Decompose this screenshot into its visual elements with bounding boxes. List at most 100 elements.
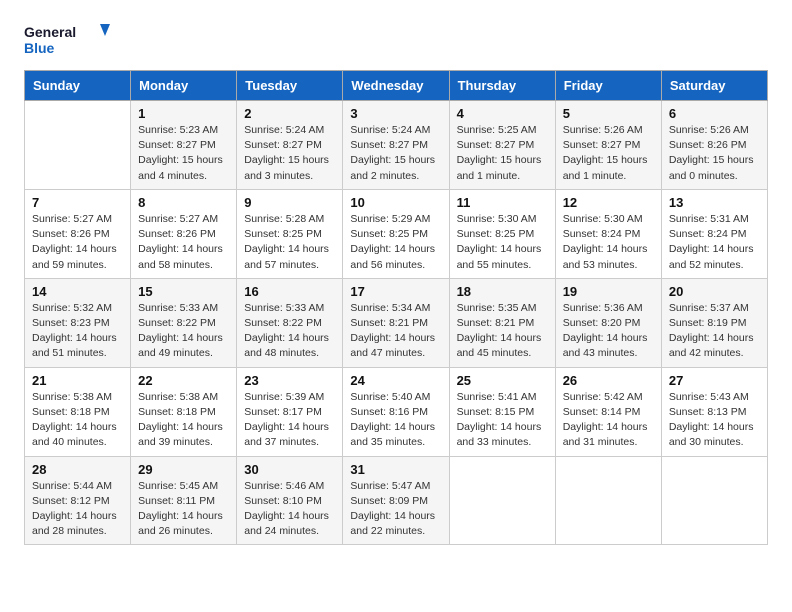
day-number: 20 bbox=[669, 284, 760, 299]
header: General Blue bbox=[24, 20, 768, 60]
calendar-cell: 15 Sunrise: 5:33 AMSunset: 8:22 PMDayligh… bbox=[131, 278, 237, 367]
day-number: 3 bbox=[350, 106, 441, 121]
calendar-cell: 30 Sunrise: 5:46 AMSunset: 8:10 PMDayligh… bbox=[237, 456, 343, 545]
calendar-cell: 13 Sunrise: 5:31 AMSunset: 8:24 PMDayligh… bbox=[661, 189, 767, 278]
day-number: 16 bbox=[244, 284, 335, 299]
calendar-cell: 3 Sunrise: 5:24 AMSunset: 8:27 PMDaylight… bbox=[343, 101, 449, 190]
cell-text: Sunrise: 5:45 AMSunset: 8:11 PMDaylight:… bbox=[138, 479, 229, 540]
calendar-cell bbox=[25, 101, 131, 190]
calendar-cell: 2Sunrise: 5:24 AMSunset: 8:27 PMDaylight… bbox=[237, 101, 343, 190]
calendar-cell: 4Sunrise: 5:25 AMSunset: 8:27 PMDaylight… bbox=[449, 101, 555, 190]
calendar-cell: 5 Sunrise: 5:26 AMSunset: 8:27 PMDaylight… bbox=[555, 101, 661, 190]
cell-text: Sunrise: 5:46 AMSunset: 8:10 PMDaylight:… bbox=[244, 479, 335, 540]
day-number: 23 bbox=[244, 373, 335, 388]
day-number: 31 bbox=[350, 462, 441, 477]
calendar-cell: 11 Sunrise: 5:30 AMSunset: 8:25 PMDayligh… bbox=[449, 189, 555, 278]
calendar-cell: 14Sunrise: 5:32 AMSunset: 8:23 PMDayligh… bbox=[25, 278, 131, 367]
cell-text: Sunrise: 5:40 AMSunset: 8:16 PMDaylight:… bbox=[350, 390, 441, 451]
day-number: 30 bbox=[244, 462, 335, 477]
cell-text: Sunrise: 5:24 AMSunset: 8:27 PMDaylight:… bbox=[350, 123, 441, 184]
calendar-cell: 16 Sunrise: 5:33 AMSunset: 8:22 PMDayligh… bbox=[237, 278, 343, 367]
cell-text: Sunrise: 5:33 AMSunset: 8:22 PMDaylight:… bbox=[138, 301, 229, 362]
calendar-cell: 7 Sunrise: 5:27 AMSunset: 8:26 PMDaylight… bbox=[25, 189, 131, 278]
cell-text: Sunrise: 5:25 AMSunset: 8:27 PMDaylight:… bbox=[457, 123, 548, 184]
day-number: 19 bbox=[563, 284, 654, 299]
day-header-thursday: Thursday bbox=[449, 71, 555, 101]
day-number: 22 bbox=[138, 373, 229, 388]
day-number: 13 bbox=[669, 195, 760, 210]
week-row-2: 14Sunrise: 5:32 AMSunset: 8:23 PMDayligh… bbox=[25, 278, 768, 367]
calendar-cell: 28 Sunrise: 5:44 AMSunset: 8:12 PMDayligh… bbox=[25, 456, 131, 545]
day-number: 21 bbox=[32, 373, 123, 388]
calendar-cell: 23 Sunrise: 5:39 AMSunset: 8:17 PMDayligh… bbox=[237, 367, 343, 456]
calendar-cell: 9 Sunrise: 5:28 AMSunset: 8:25 PMDaylight… bbox=[237, 189, 343, 278]
day-number: 27 bbox=[669, 373, 760, 388]
cell-text: Sunrise: 5:27 AMSunset: 8:26 PMDaylight:… bbox=[138, 212, 229, 273]
logo-svg: General Blue bbox=[24, 20, 114, 60]
day-number: 5 bbox=[563, 106, 654, 121]
cell-text: Sunrise: 5:44 AMSunset: 8:12 PMDaylight:… bbox=[32, 479, 123, 540]
day-header-monday: Monday bbox=[131, 71, 237, 101]
calendar-cell: 25 Sunrise: 5:41 AMSunset: 8:15 PMDayligh… bbox=[449, 367, 555, 456]
cell-text: Sunrise: 5:39 AMSunset: 8:17 PMDaylight:… bbox=[244, 390, 335, 451]
calendar-cell bbox=[661, 456, 767, 545]
calendar-cell: 18 Sunrise: 5:35 AMSunset: 8:21 PMDayligh… bbox=[449, 278, 555, 367]
day-header-tuesday: Tuesday bbox=[237, 71, 343, 101]
day-number: 8 bbox=[138, 195, 229, 210]
cell-text: Sunrise: 5:43 AMSunset: 8:13 PMDaylight:… bbox=[669, 390, 760, 451]
day-number: 7 bbox=[32, 195, 123, 210]
cell-text: Sunrise: 5:26 AMSunset: 8:26 PMDaylight:… bbox=[669, 123, 760, 184]
cell-text: Sunrise: 5:42 AMSunset: 8:14 PMDaylight:… bbox=[563, 390, 654, 451]
calendar-cell bbox=[555, 456, 661, 545]
day-number: 6 bbox=[669, 106, 760, 121]
calendar-cell: 29Sunrise: 5:45 AMSunset: 8:11 PMDayligh… bbox=[131, 456, 237, 545]
day-number: 2 bbox=[244, 106, 335, 121]
calendar-table: SundayMondayTuesdayWednesdayThursdayFrid… bbox=[24, 70, 768, 545]
calendar-header: SundayMondayTuesdayWednesdayThursdayFrid… bbox=[25, 71, 768, 101]
day-number: 1 bbox=[138, 106, 229, 121]
cell-text: Sunrise: 5:30 AMSunset: 8:25 PMDaylight:… bbox=[457, 212, 548, 273]
day-number: 9 bbox=[244, 195, 335, 210]
cell-text: Sunrise: 5:38 AMSunset: 8:18 PMDaylight:… bbox=[138, 390, 229, 451]
calendar-cell: 22 Sunrise: 5:38 AMSunset: 8:18 PMDayligh… bbox=[131, 367, 237, 456]
week-row-1: 7 Sunrise: 5:27 AMSunset: 8:26 PMDaylight… bbox=[25, 189, 768, 278]
week-row-4: 28 Sunrise: 5:44 AMSunset: 8:12 PMDayligh… bbox=[25, 456, 768, 545]
cell-text: Sunrise: 5:38 AMSunset: 8:18 PMDaylight:… bbox=[32, 390, 123, 451]
calendar-cell: 17Sunrise: 5:34 AMSunset: 8:21 PMDayligh… bbox=[343, 278, 449, 367]
day-number: 26 bbox=[563, 373, 654, 388]
calendar-cell: 10Sunrise: 5:29 AMSunset: 8:25 PMDayligh… bbox=[343, 189, 449, 278]
logo: General Blue bbox=[24, 20, 114, 60]
day-number: 25 bbox=[457, 373, 548, 388]
day-header-saturday: Saturday bbox=[661, 71, 767, 101]
calendar-cell: 21 Sunrise: 5:38 AMSunset: 8:18 PMDayligh… bbox=[25, 367, 131, 456]
calendar-cell: 26 Sunrise: 5:42 AMSunset: 8:14 PMDayligh… bbox=[555, 367, 661, 456]
day-number: 24 bbox=[350, 373, 441, 388]
calendar-cell: 31 Sunrise: 5:47 AMSunset: 8:09 PMDayligh… bbox=[343, 456, 449, 545]
cell-text: Sunrise: 5:23 AMSunset: 8:27 PMDaylight:… bbox=[138, 123, 229, 184]
cell-text: Sunrise: 5:33 AMSunset: 8:22 PMDaylight:… bbox=[244, 301, 335, 362]
cell-text: Sunrise: 5:27 AMSunset: 8:26 PMDaylight:… bbox=[32, 212, 123, 273]
calendar-cell: 19Sunrise: 5:36 AMSunset: 8:20 PMDayligh… bbox=[555, 278, 661, 367]
week-row-0: 1 Sunrise: 5:23 AMSunset: 8:27 PMDaylight… bbox=[25, 101, 768, 190]
day-number: 15 bbox=[138, 284, 229, 299]
day-number: 18 bbox=[457, 284, 548, 299]
cell-text: Sunrise: 5:28 AMSunset: 8:25 PMDaylight:… bbox=[244, 212, 335, 273]
calendar-cell: 12 Sunrise: 5:30 AMSunset: 8:24 PMDayligh… bbox=[555, 189, 661, 278]
day-header-sunday: Sunday bbox=[25, 71, 131, 101]
cell-text: Sunrise: 5:37 AMSunset: 8:19 PMDaylight:… bbox=[669, 301, 760, 362]
cell-text: Sunrise: 5:35 AMSunset: 8:21 PMDaylight:… bbox=[457, 301, 548, 362]
cell-text: Sunrise: 5:41 AMSunset: 8:15 PMDaylight:… bbox=[457, 390, 548, 451]
cell-text: Sunrise: 5:29 AMSunset: 8:25 PMDaylight:… bbox=[350, 212, 441, 273]
calendar-cell: 1 Sunrise: 5:23 AMSunset: 8:27 PMDaylight… bbox=[131, 101, 237, 190]
calendar-cell: 8 Sunrise: 5:27 AMSunset: 8:26 PMDaylight… bbox=[131, 189, 237, 278]
day-number: 11 bbox=[457, 195, 548, 210]
cell-text: Sunrise: 5:26 AMSunset: 8:27 PMDaylight:… bbox=[563, 123, 654, 184]
cell-text: Sunrise: 5:31 AMSunset: 8:24 PMDaylight:… bbox=[669, 212, 760, 273]
cell-text: Sunrise: 5:47 AMSunset: 8:09 PMDaylight:… bbox=[350, 479, 441, 540]
day-number: 28 bbox=[32, 462, 123, 477]
day-number: 12 bbox=[563, 195, 654, 210]
svg-text:General: General bbox=[24, 24, 76, 40]
cell-text: Sunrise: 5:30 AMSunset: 8:24 PMDaylight:… bbox=[563, 212, 654, 273]
svg-text:Blue: Blue bbox=[24, 40, 55, 56]
day-number: 14 bbox=[32, 284, 123, 299]
